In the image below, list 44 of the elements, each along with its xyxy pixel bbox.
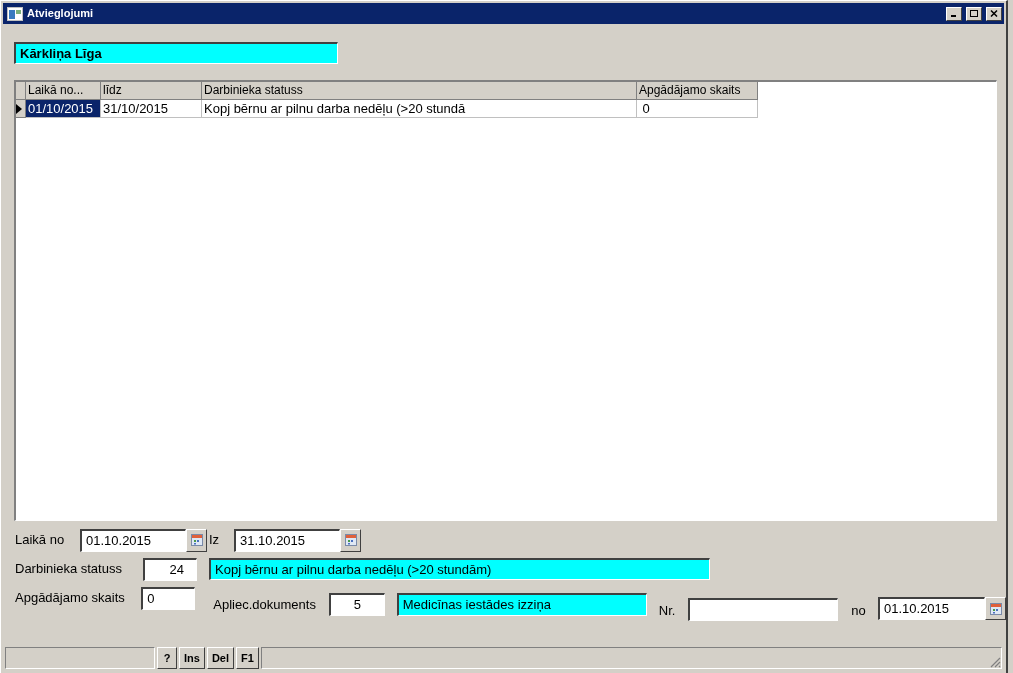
document-date-field[interactable]: 01.10.2015 xyxy=(878,597,985,620)
current-row-icon xyxy=(16,103,22,114)
row-indicator[interactable] xyxy=(16,100,26,118)
toolbar-button[interactable]: F1 xyxy=(236,647,259,669)
calendar-icon xyxy=(989,602,1002,615)
toolbar-button[interactable]: Del xyxy=(206,647,235,669)
status-code-field[interactable]: 24 xyxy=(143,558,197,581)
table-cell: 0 xyxy=(637,100,758,118)
column-header[interactable]: līdz xyxy=(101,82,202,100)
column-header[interactable]: Apgādājamo skaits xyxy=(637,82,758,100)
status-name-field: Kopj bērnu ar pilnu darba nedēļu (>20 stundām) xyxy=(209,558,710,580)
document-code-field[interactable]: 5 xyxy=(328,593,385,616)
maximize-button[interactable] xyxy=(966,6,982,21)
table-cell: Kopj bērnu ar pilnu darba nedēļu (>20 stundā xyxy=(202,100,637,118)
maximize-icon xyxy=(970,10,978,17)
date-to-field[interactable]: 31.10.2015 xyxy=(234,528,340,552)
calendar-button[interactable] xyxy=(186,528,207,552)
calendar-button[interactable] xyxy=(340,528,361,552)
window-title: Atvieglojumi xyxy=(27,6,94,22)
field-label: Apgādājamo skaits xyxy=(15,589,126,607)
calendar-button[interactable] xyxy=(985,597,1006,620)
minimize-button[interactable] xyxy=(946,6,962,21)
column-header[interactable]: Darbinieka statuss xyxy=(202,82,637,100)
field-label: Darbinieka statuss xyxy=(15,560,123,578)
number-field[interactable] xyxy=(688,598,839,621)
close-icon xyxy=(990,10,998,17)
field-label: Apliec.dokuments xyxy=(213,596,317,614)
toolbar-button[interactable]: ? xyxy=(157,647,177,669)
toolbar-button[interactable]: Ins xyxy=(179,647,205,669)
date-from-field[interactable]: 01.10.2015 xyxy=(80,528,186,552)
field-label: no xyxy=(851,602,867,620)
calendar-icon xyxy=(190,534,203,546)
calendar-icon xyxy=(344,534,357,546)
field-label: Nr. xyxy=(658,602,677,620)
field-label: Iz xyxy=(209,531,221,550)
employee-name-field: Kārkliņa Līga xyxy=(14,42,338,64)
table-cell: 31/10/2015 xyxy=(101,100,202,118)
dependents-field[interactable]: 0 xyxy=(141,587,196,610)
window-icon xyxy=(7,6,23,21)
document-name-field: Medicīnas iestādes izziņa xyxy=(396,593,647,616)
field-label: Laikā no xyxy=(15,531,66,550)
table-cell: 01/10/2015 xyxy=(26,100,101,118)
column-header[interactable]: Laikā no... xyxy=(26,82,101,100)
close-button[interactable] xyxy=(986,6,1002,21)
